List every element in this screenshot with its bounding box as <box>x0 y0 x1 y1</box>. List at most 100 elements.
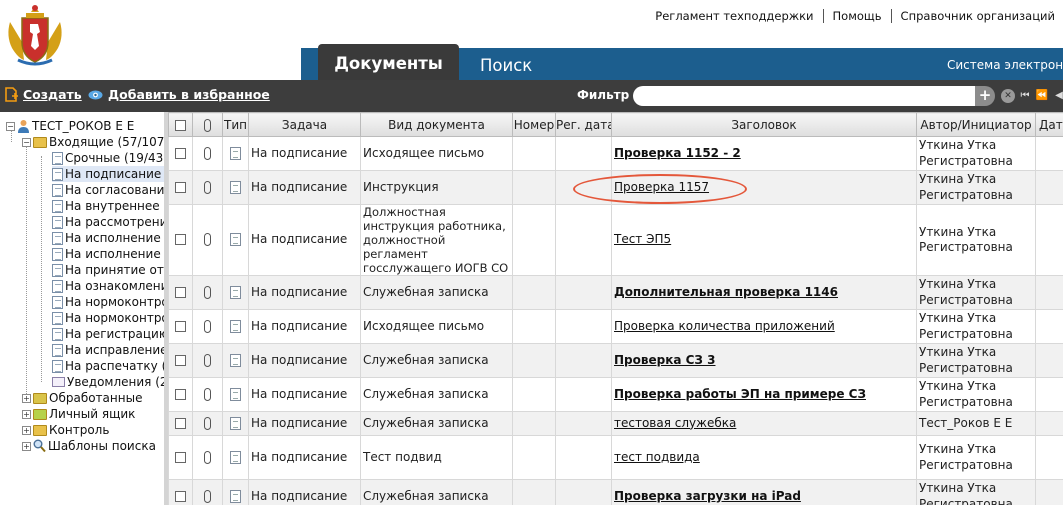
paperclip-icon[interactable] <box>204 387 211 401</box>
help-link[interactable]: Помощь <box>822 9 891 23</box>
first-page-icon[interactable]: ⏮ <box>1018 89 1032 103</box>
table-row[interactable]: На подписание Должностная инструкция раб… <box>168 204 1063 276</box>
paperclip-icon[interactable] <box>204 146 211 160</box>
expand-icon[interactable]: + <box>22 409 31 419</box>
row-checkbox[interactable] <box>175 234 186 246</box>
paperclip-icon[interactable] <box>204 285 211 299</box>
row-checkbox[interactable] <box>175 181 186 193</box>
document-title-link[interactable]: Проверка количества приложений <box>614 319 835 333</box>
filter-label: Фильтр <box>577 88 630 102</box>
folder-doc-icon <box>52 167 63 181</box>
table-row[interactable]: На подписание Инструкция Проверка 1157 У… <box>168 170 1063 205</box>
type-header[interactable]: Тип <box>222 112 249 137</box>
author-header[interactable]: Автор/Инициатор <box>916 112 1036 137</box>
collapse-icon[interactable]: − <box>6 121 15 131</box>
document-title-link[interactable]: Проверка 1152 - 2 <box>614 146 741 160</box>
tree-item-for-approval[interactable]: На согласование <box>52 182 164 198</box>
document-title-link[interactable]: Дополнительная проверка 1146 <box>614 285 838 299</box>
tree-item-for-acquaintance[interactable]: На ознакомление <box>52 278 164 294</box>
document-title-link[interactable]: Проверка СЗ 3 <box>614 353 715 367</box>
clear-filter-icon[interactable]: ✕ <box>1001 89 1015 103</box>
next-page-icon[interactable]: ◀ <box>1052 89 1063 103</box>
tree-item-for-signing[interactable]: На подписание ( <box>52 166 164 182</box>
support-regulations-link[interactable]: Регламент техподдержки <box>646 9 822 23</box>
filter-input[interactable] <box>633 86 975 106</box>
select-all-checkbox[interactable] <box>175 119 186 131</box>
add-to-favorites-button[interactable]: Добавить в избранное <box>88 87 270 102</box>
tree-root[interactable]: − ТЕСТ_РОКОВ Е Е <box>6 118 134 134</box>
toolbar: Создать Добавить в избранное Фильтр + ✕ … <box>0 80 1063 112</box>
title-cell: тест подвида <box>611 435 917 480</box>
tree-item-norm-control-2[interactable]: На нормоконтрол <box>52 310 164 326</box>
paperclip-icon[interactable] <box>204 319 211 333</box>
collapse-icon[interactable]: − <box>22 137 31 147</box>
tab-search[interactable]: Поиск <box>480 56 532 75</box>
tree-item-for-execution-2[interactable]: На исполнение ( <box>52 246 164 262</box>
reg-date-header[interactable]: Рег. дата <box>555 112 612 137</box>
document-title-link[interactable]: Проверка работы ЭП на примере СЗ <box>614 387 866 401</box>
paperclip-icon[interactable] <box>204 180 211 194</box>
row-checkbox[interactable] <box>175 354 186 366</box>
date-header[interactable]: Дата <box>1035 112 1063 137</box>
table-row[interactable]: На подписание Служебная записка тестовая… <box>168 411 1063 436</box>
tree-item-notifications[interactable]: Уведомления (23 <box>52 374 164 390</box>
paperclip-icon[interactable] <box>204 489 211 503</box>
tree-item-for-printing[interactable]: На распечатку (0 <box>52 358 164 374</box>
table-row[interactable]: На подписание Служебная записка Проверка… <box>168 377 1063 412</box>
paperclip-icon[interactable] <box>204 353 211 367</box>
document-title-link[interactable]: Проверка 1157 <box>614 180 709 194</box>
table-row[interactable]: На подписание Тест подвид тест подвида У… <box>168 435 1063 480</box>
row-checkbox[interactable] <box>175 451 186 463</box>
expand-icon[interactable]: + <box>22 425 31 435</box>
task-header[interactable]: Задача <box>248 112 361 137</box>
row-checkbox[interactable] <box>175 147 186 159</box>
tab-documents[interactable]: Документы <box>318 44 459 80</box>
document-title-link[interactable]: тест подвида <box>614 450 700 464</box>
tree-item-inbox[interactable]: − Входящие (57/107) <box>22 134 164 150</box>
organizations-directory-link[interactable]: Справочник организаций <box>890 9 1055 23</box>
row-checkbox[interactable] <box>175 320 186 332</box>
tree-item-for-registration[interactable]: На регистрацию <box>52 326 164 342</box>
number-header[interactable]: Номер <box>512 112 556 137</box>
create-button-label: Создать <box>23 87 82 102</box>
row-attachment-cell <box>192 170 223 205</box>
document-kind-cell: Должностная инструкция работника, должно… <box>360 204 513 276</box>
tree-item-for-review[interactable]: На рассмотрение <box>52 214 164 230</box>
expand-icon[interactable]: + <box>22 393 31 403</box>
previous-page-icon[interactable]: ⏪ <box>1035 89 1049 103</box>
select-all-header[interactable] <box>168 112 193 137</box>
row-checkbox[interactable] <box>175 417 186 429</box>
row-checkbox[interactable] <box>175 388 186 400</box>
tree-item-personal-box[interactable]: + Личный ящик <box>22 406 135 422</box>
table-row[interactable]: На подписание Исходящее письмо Проверка … <box>168 309 1063 344</box>
tree-item-search-templates[interactable]: + Шаблоны поиска <box>22 438 156 454</box>
table-row[interactable]: На подписание Служебная записка Проверка… <box>168 343 1063 378</box>
filter-add-button[interactable]: + <box>975 86 995 106</box>
title-header[interactable]: Заголовок <box>611 112 917 137</box>
tree-item-for-execution-1[interactable]: На исполнение ( <box>52 230 164 246</box>
tree-item-norm-control-1[interactable]: На нормоконтрол <box>52 294 164 310</box>
tree-item-processed[interactable]: + Обработанные <box>22 390 142 406</box>
document-title-link[interactable]: Проверка загрузки на iPad <box>614 489 801 503</box>
reg-date-cell <box>555 411 612 436</box>
row-checkbox[interactable] <box>175 490 186 502</box>
table-row[interactable]: На подписание Исходящее письмо Проверка … <box>168 136 1063 171</box>
paperclip-icon[interactable] <box>204 450 211 464</box>
document-title-link[interactable]: тестовая служебка <box>614 416 736 430</box>
tree-item-internal[interactable]: На внутреннее с <box>52 198 164 214</box>
tree-item-report-acceptance[interactable]: На принятие отч <box>52 262 164 278</box>
table-row[interactable]: На подписание Служебная записка Проверка… <box>168 479 1063 505</box>
paperclip-icon[interactable] <box>204 416 211 430</box>
table-row[interactable]: На подписание Служебная записка Дополнит… <box>168 275 1063 310</box>
tree-item-urgent[interactable]: Срочные (19/43) <box>52 150 164 166</box>
tree-item-control[interactable]: + Контроль <box>22 422 109 438</box>
create-button[interactable]: Создать <box>4 87 82 102</box>
tree-item-for-correction[interactable]: На исправление <box>52 342 164 358</box>
document-kind-header[interactable]: Вид документа <box>360 112 513 137</box>
attachment-header[interactable] <box>192 112 223 137</box>
document-icon <box>230 285 241 299</box>
expand-icon[interactable]: + <box>22 441 31 451</box>
document-title-link[interactable]: Тест ЭП5 <box>614 232 671 246</box>
row-checkbox[interactable] <box>175 286 186 298</box>
paperclip-icon[interactable] <box>204 233 211 247</box>
